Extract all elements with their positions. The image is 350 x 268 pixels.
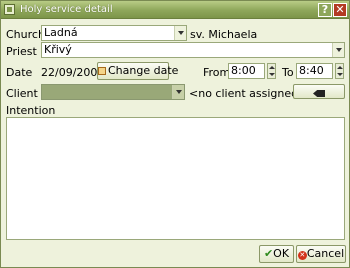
client-status: <no client assigned> xyxy=(189,87,308,100)
title-bar[interactable]: Holy service detail ? ✕ xyxy=(1,1,349,19)
cancel-button[interactable]: ✕ Cancel xyxy=(296,245,346,263)
clear-client-button[interactable] xyxy=(293,84,345,99)
date-value: 22/09/2008 xyxy=(41,66,105,79)
chevron-down-icon[interactable] xyxy=(332,43,344,57)
intention-textarea[interactable] xyxy=(6,117,345,240)
church-select-value: Ladná xyxy=(44,26,78,39)
to-time-spinner[interactable] xyxy=(335,63,344,79)
check-icon: ✔ xyxy=(263,247,274,260)
window-icon xyxy=(4,4,15,15)
priest-select-value: Křivý xyxy=(44,43,72,56)
from-label: From xyxy=(203,66,231,79)
client-label: Client xyxy=(6,87,38,100)
client-select[interactable] xyxy=(41,84,185,100)
to-time-input[interactable]: 8:40 xyxy=(296,63,333,79)
from-time-input[interactable]: 8:00 xyxy=(228,63,265,79)
holy-service-dialog: Holy service detail ? ✕ Church Ladná sv.… xyxy=(0,0,350,268)
close-button[interactable]: ✕ xyxy=(333,3,347,17)
backspace-icon xyxy=(313,90,325,97)
help-icon: ? xyxy=(321,3,329,16)
change-date-label: Change date xyxy=(108,64,179,77)
calendar-icon xyxy=(98,67,106,75)
date-label: Date xyxy=(6,66,33,79)
from-time-value: 8:00 xyxy=(231,64,256,77)
priest-select[interactable]: Křivý xyxy=(41,42,345,58)
intention-label: Intention xyxy=(6,104,56,117)
cancel-icon: ✕ xyxy=(297,251,307,260)
window-title: Holy service detail xyxy=(20,4,113,15)
close-icon: ✕ xyxy=(335,3,345,16)
help-button[interactable]: ? xyxy=(318,3,332,17)
church-select[interactable]: Ladná xyxy=(41,25,187,41)
from-time-spinner[interactable] xyxy=(267,63,276,79)
ok-button[interactable]: ✔OK xyxy=(259,245,294,263)
to-time-value: 8:40 xyxy=(299,64,324,77)
priest-label: Priest xyxy=(6,45,37,58)
to-label: To xyxy=(282,66,294,79)
church-detail: sv. Michaela xyxy=(190,28,258,41)
cancel-label: Cancel xyxy=(306,247,345,260)
chevron-down-icon[interactable] xyxy=(172,85,184,99)
church-label: Church xyxy=(6,28,45,41)
ok-label: OK xyxy=(273,247,290,260)
change-date-button[interactable]: Change date xyxy=(97,62,178,80)
chevron-down-icon[interactable] xyxy=(174,26,186,40)
